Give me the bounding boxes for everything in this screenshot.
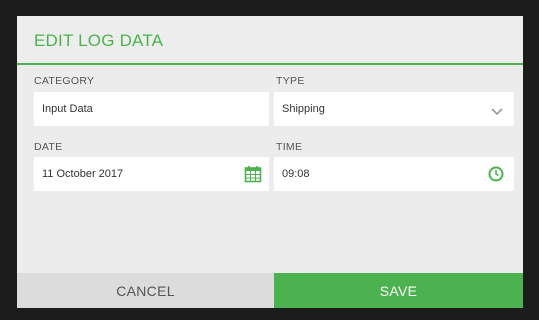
dialog-title: EDIT LOG DATA: [34, 31, 164, 50]
time-label: TIME: [276, 141, 303, 153]
edit-log-dialog: EDIT LOG DATA CATEGORY Input Data TYPE S…: [17, 16, 523, 308]
time-field[interactable]: 09:08: [274, 157, 514, 191]
dialog-header: EDIT LOG DATA: [17, 16, 523, 65]
type-select[interactable]: Shipping: [274, 92, 514, 126]
date-field[interactable]: 11 October 2017: [34, 157, 269, 191]
save-button-label: SAVE: [379, 282, 418, 299]
cancel-button[interactable]: CANCEL: [17, 273, 274, 308]
chevron-down-icon[interactable]: [490, 104, 504, 122]
clock-icon[interactable]: [488, 166, 504, 187]
type-label: TYPE: [276, 75, 305, 87]
category-field[interactable]: Input Data: [34, 92, 269, 126]
cancel-button-label: CANCEL: [116, 282, 175, 299]
calendar-icon[interactable]: [244, 165, 262, 188]
category-label: CATEGORY: [34, 75, 95, 87]
date-value: 11 October 2017: [42, 168, 124, 180]
category-value: Input Data: [42, 103, 93, 115]
time-value: 09:08: [282, 168, 310, 180]
type-value: Shipping: [282, 103, 325, 115]
save-button[interactable]: SAVE: [274, 273, 523, 308]
date-label: DATE: [34, 141, 63, 153]
